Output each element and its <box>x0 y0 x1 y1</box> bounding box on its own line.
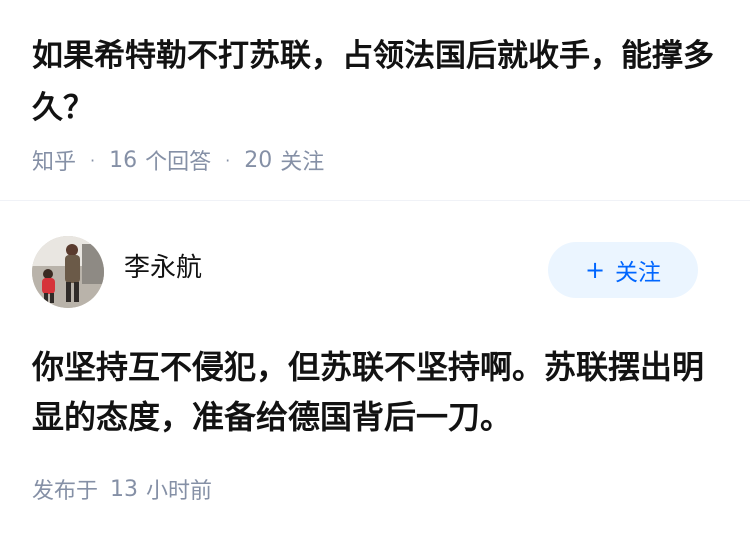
meta-separator: · <box>225 150 231 170</box>
meta-separator: · <box>90 150 96 170</box>
time-value: 13 <box>110 476 139 502</box>
answer-author-bar: 李永航 + 关注 <box>0 201 750 316</box>
question-title[interactable]: 如果希特勒不打苏联，占领法国后就收手，能撑多久？ <box>32 30 722 134</box>
question-header: 如果希特勒不打苏联，占领法国后就收手，能撑多久？ 知乎 · 16 个回答 · 2… <box>32 0 722 200</box>
followers-label[interactable]: 关注 <box>280 144 324 176</box>
answer-timestamp: 发布于 13 小时前 <box>32 472 212 506</box>
follow-button-label: 关注 <box>615 260 662 286</box>
answer-content[interactable]: 你坚持互不侵犯，但苏联不坚持啊。苏联摆出明显的态度，准备给德国背后一刀。 <box>32 342 722 442</box>
answers-label[interactable]: 个回答 <box>145 144 211 176</box>
question-meta: 知乎 · 16 个回答 · 20 关注 <box>32 143 324 177</box>
follow-button[interactable]: + 关注 <box>548 242 698 298</box>
time-prefix: 发布于 <box>32 479 99 504</box>
author-name[interactable]: 李永航 <box>124 251 202 285</box>
user-avatar-photo-icon <box>32 236 104 308</box>
followers-count: 20 <box>244 147 273 173</box>
plus-icon: + <box>584 256 606 284</box>
time-unit: 小时前 <box>146 479 213 504</box>
avatar[interactable] <box>32 236 104 308</box>
answers-count: 16 <box>109 147 138 173</box>
source-label[interactable]: 知乎 <box>32 144 76 176</box>
